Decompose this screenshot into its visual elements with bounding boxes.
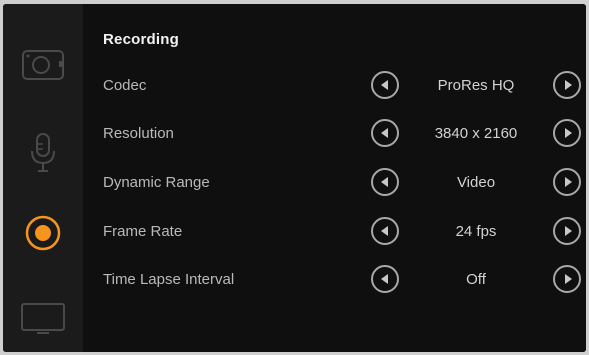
setting-value: Video bbox=[456, 174, 496, 191]
setting-label: Frame Rate bbox=[103, 223, 183, 240]
arrow-left-icon bbox=[380, 177, 388, 187]
sidebar bbox=[3, 4, 83, 352]
next-value-button[interactable] bbox=[553, 71, 581, 99]
setting-value: ProRes HQ bbox=[437, 77, 515, 94]
camera-icon bbox=[22, 50, 64, 80]
setting-label: Resolution bbox=[103, 125, 174, 142]
previous-value-button[interactable] bbox=[371, 71, 399, 99]
previous-value-button[interactable] bbox=[371, 119, 399, 147]
arrow-right-icon bbox=[564, 274, 572, 284]
settings-panel: Recording Codec ProRes HQ Resolution 384… bbox=[83, 4, 586, 352]
arrow-left-icon bbox=[380, 226, 388, 236]
page-title: Recording bbox=[103, 31, 179, 48]
arrow-right-icon bbox=[564, 128, 572, 138]
next-value-button[interactable] bbox=[553, 217, 581, 245]
setting-label: Time Lapse Interval bbox=[103, 271, 235, 288]
setting-label: Dynamic Range bbox=[103, 174, 210, 191]
microphone-icon bbox=[31, 133, 55, 172]
device-screen: Recording Codec ProRes HQ Resolution 384… bbox=[3, 4, 586, 352]
arrow-left-icon bbox=[380, 128, 388, 138]
sidebar-item-monitor[interactable] bbox=[3, 276, 83, 352]
record-icon bbox=[25, 215, 61, 251]
arrow-right-icon bbox=[564, 80, 572, 90]
arrow-right-icon bbox=[564, 177, 572, 187]
sidebar-item-camera[interactable] bbox=[3, 21, 83, 109]
setting-value: Off bbox=[466, 271, 486, 288]
previous-value-button[interactable] bbox=[371, 217, 399, 245]
setting-row-time-lapse-interval: Time Lapse Interval Off bbox=[83, 260, 586, 300]
sidebar-item-record[interactable] bbox=[3, 189, 83, 277]
arrow-left-icon bbox=[380, 80, 388, 90]
previous-value-button[interactable] bbox=[371, 265, 399, 293]
monitor-icon bbox=[21, 303, 65, 334]
setting-row-codec: Codec ProRes HQ bbox=[83, 66, 586, 106]
setting-row-dynamic-range: Dynamic Range Video bbox=[83, 163, 586, 203]
arrow-right-icon bbox=[564, 226, 572, 236]
arrow-left-icon bbox=[380, 274, 388, 284]
next-value-button[interactable] bbox=[553, 265, 581, 293]
next-value-button[interactable] bbox=[553, 168, 581, 196]
setting-row-resolution: Resolution 3840 x 2160 bbox=[83, 114, 586, 154]
setting-value: 3840 x 2160 bbox=[434, 125, 518, 142]
next-value-button[interactable] bbox=[553, 119, 581, 147]
previous-value-button[interactable] bbox=[371, 168, 399, 196]
sidebar-item-audio[interactable] bbox=[3, 109, 83, 197]
setting-value: 24 fps bbox=[455, 223, 497, 240]
setting-row-frame-rate: Frame Rate 24 fps bbox=[83, 212, 586, 252]
setting-label: Codec bbox=[103, 77, 147, 94]
